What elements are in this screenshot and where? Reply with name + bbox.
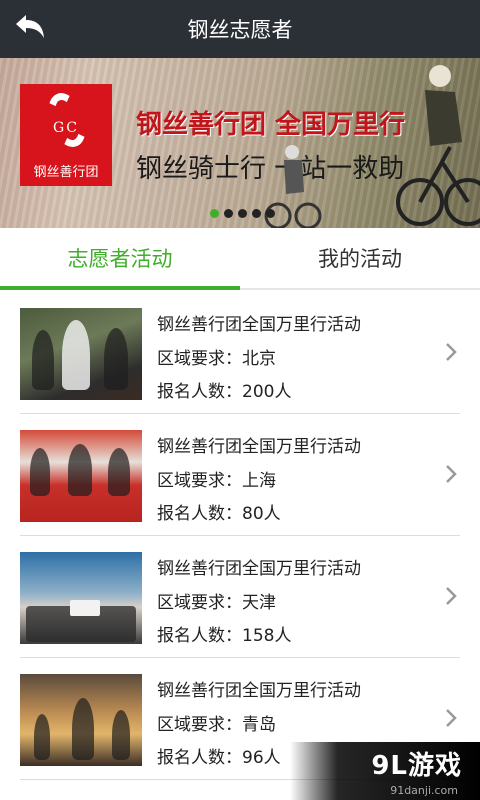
activity-name: 钢丝善行团全国万里行活动 [157,559,361,579]
pagination-dot[interactable] [266,209,275,218]
chevron-right-icon [446,709,457,727]
list-item[interactable]: 钢丝善行团全国万里行活动 区域要求：天津 报名人数：158人 [20,536,460,658]
activity-signup-count: 报名人数：96人 [157,748,281,768]
activity-thumbnail [20,430,142,522]
cyclist-illustration [396,65,480,226]
activity-name: 钢丝善行团全国万里行活动 [157,681,361,701]
tab-selected-indicator [0,286,240,290]
chevron-right-icon [446,465,457,483]
activity-region: 区域要求：青岛 [157,715,276,735]
pagination-dot[interactable] [210,209,219,218]
tab-volunteer-activities[interactable]: 志愿者活动 [0,228,240,290]
activity-signup-count: 报名人数：200人 [157,382,292,402]
watermark-title: 9L游戏 [371,751,462,781]
chevron-right-icon [446,587,457,605]
activity-signup-count: 报名人数：158人 [157,626,292,646]
list-item[interactable]: 钢丝善行团全国万里行活动 区域要求：北京 报名人数：200人 [20,292,460,414]
activity-region: 区域要求：天津 [157,593,276,613]
activity-region: 区域要求：上海 [157,471,276,491]
activity-thumbnail [20,552,142,644]
tab-bar: 志愿者活动 我的活动 [0,228,480,290]
logo-letters: GC [53,120,79,136]
activity-list: 钢丝善行团全国万里行活动 区域要求：北京 报名人数：200人 钢丝善行团全国万里… [0,292,480,780]
pagination-dot[interactable] [238,209,247,218]
logo-caption: 钢丝善行团 [33,165,99,180]
activity-region: 区域要求：北京 [157,349,276,369]
chevron-right-icon [446,343,457,361]
activity-name: 钢丝善行团全国万里行活动 [157,437,361,457]
banner-pagination [210,209,275,219]
pagination-dot[interactable] [252,209,261,218]
site-watermark: 9L游戏 91danji.com [290,742,480,800]
tab-my-activities[interactable]: 我的活动 [240,228,480,290]
banner-headline: 钢丝善行团 全国万里行 [136,110,406,140]
list-item[interactable]: 钢丝善行团全国万里行活动 区域要求：上海 报名人数：80人 [20,414,460,536]
pagination-dot[interactable] [224,209,233,218]
activity-signup-count: 报名人数：80人 [157,504,281,524]
activity-name: 钢丝善行团全国万里行活动 [157,315,361,335]
logo: GC 钢丝善行团 [20,84,112,186]
watermark-url: 91danji.com [390,784,458,797]
page-title: 钢丝志愿者 [187,18,293,42]
activity-thumbnail [20,674,142,766]
activity-thumbnail [20,308,142,400]
title-bar: 钢丝志愿者 [0,0,480,58]
promo-banner[interactable]: GC 钢丝善行团 钢丝善行团 全国万里行 钢丝骑士行 一站一救助 [0,58,480,228]
